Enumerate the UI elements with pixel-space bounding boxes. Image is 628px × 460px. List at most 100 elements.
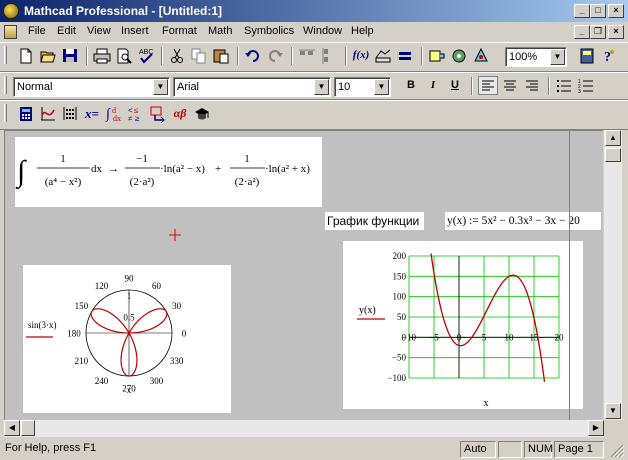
- calculus-palette-icon[interactable]: ∫ d dx: [104, 104, 124, 123]
- polar-angle-label: 240: [95, 376, 109, 386]
- scroll-thumb[interactable]: [21, 420, 35, 436]
- close-button[interactable]: ×: [608, 4, 624, 18]
- font-combo[interactable]: Arial ▼: [173, 77, 331, 97]
- svg-text:?: ?: [604, 50, 611, 65]
- menu-math[interactable]: Math: [208, 25, 232, 37]
- menu-symbolics[interactable]: Symbolics: [244, 25, 294, 37]
- align-right-icon[interactable]: [522, 76, 542, 95]
- menu-file[interactable]: File: [28, 25, 46, 37]
- integral-region[interactable]: ∫ 1 (a⁴ − x²) dx → −1 (2·a²) ·ln(a² − x)…: [15, 137, 322, 207]
- svg-text:∫: ∫: [15, 155, 27, 190]
- cut-icon[interactable]: [167, 46, 187, 65]
- save-disk-icon[interactable]: [60, 46, 80, 65]
- xy-y-tick-label: −100: [387, 373, 406, 383]
- bold-button[interactable]: B: [401, 76, 421, 95]
- scroll-up-button[interactable]: ▲: [605, 130, 621, 146]
- svg-text:∫: ∫: [105, 107, 111, 122]
- term2-denominator: (2·a²): [235, 176, 260, 188]
- insert-component-icon[interactable]: [449, 46, 469, 65]
- mathcad-logo-icon[interactable]: [3, 3, 19, 19]
- graph-palette-icon[interactable]: [38, 104, 58, 123]
- calculate-icon[interactable]: [395, 46, 415, 65]
- polar-plot-region[interactable]: 0 30 60 90 120 150 180 210 240 270 300 330 1 0.5 sin(3…: [23, 265, 231, 413]
- zoom-combo[interactable]: 100% ▼: [505, 47, 567, 67]
- menu-insert[interactable]: Insert: [121, 25, 149, 37]
- scroll-corner: [604, 420, 628, 439]
- component-icon[interactable]: [427, 46, 447, 65]
- status-page: Page 1: [554, 441, 604, 458]
- maximize-button[interactable]: □: [590, 4, 606, 18]
- align-down-icon[interactable]: [319, 46, 339, 65]
- chevron-down-icon[interactable]: ▼: [550, 49, 565, 65]
- doc-restore-button[interactable]: ❐: [590, 25, 606, 39]
- toolbar-grip[interactable]: [4, 76, 7, 94]
- polar-angle-label: 300: [150, 376, 164, 386]
- numbered-list-icon[interactable]: 123: [576, 76, 596, 95]
- spell-check-icon[interactable]: ABC: [136, 46, 156, 65]
- menu-view[interactable]: View: [87, 25, 111, 37]
- menu-edit[interactable]: Edit: [57, 25, 76, 37]
- matrix-palette-icon[interactable]: [60, 104, 80, 123]
- document-system-icon[interactable]: [4, 25, 17, 39]
- polar-angle-label: 330: [170, 356, 184, 366]
- zoom-value: 100%: [509, 51, 538, 63]
- undo-icon[interactable]: [243, 46, 263, 65]
- boolean-palette-icon[interactable]: < ≤ ≠ ≥: [126, 104, 146, 123]
- scroll-left-button[interactable]: ◀: [4, 420, 20, 436]
- doc-close-button[interactable]: ×: [608, 25, 624, 39]
- print-preview-icon[interactable]: [114, 46, 134, 65]
- function-graph-text[interactable]: График функции: [325, 212, 424, 230]
- print-icon[interactable]: [92, 46, 112, 65]
- menu-help[interactable]: Help: [351, 25, 374, 37]
- standard-toolbar: ABC f(x) 100% ▼ ?: [0, 42, 628, 72]
- chevron-down-icon[interactable]: ▼: [153, 79, 168, 95]
- align-left-icon[interactable]: [478, 76, 498, 95]
- insert-function-icon[interactable]: f(x): [351, 46, 371, 65]
- new-document-icon[interactable]: [16, 46, 36, 65]
- xy-x-tick-label: −5: [429, 332, 439, 342]
- xy-plot[interactable]: 200150100500−50−100−10 −5 0 5 10 15 20y(x)x: [343, 241, 583, 409]
- bullet-list-icon[interactable]: [554, 76, 574, 95]
- chevron-down-icon[interactable]: ▼: [314, 79, 329, 95]
- help-icon[interactable]: ?: [599, 46, 619, 65]
- size-combo[interactable]: 10 ▼: [334, 77, 391, 97]
- copy-icon[interactable]: [189, 46, 209, 65]
- italic-button[interactable]: I: [423, 76, 443, 95]
- paste-icon[interactable]: [211, 46, 231, 65]
- menu-format[interactable]: Format: [162, 25, 197, 37]
- xy-y-tick-label: 100: [393, 292, 407, 302]
- toolbar-grip[interactable]: [4, 46, 7, 64]
- underline-button[interactable]: U: [445, 76, 465, 95]
- evaluation-palette-icon[interactable]: x=: [82, 104, 102, 123]
- xy-plot-region[interactable]: 200 150 100 50 0 −50 −100 −10 −5 0 5 10 15 20 y(x) x: [343, 241, 583, 409]
- style-combo[interactable]: Normal ▼: [13, 77, 170, 97]
- resource-center-icon[interactable]: [471, 46, 491, 65]
- worksheet[interactable]: ∫ 1 (a⁴ − x²) dx → −1 (2·a²) ·ln(a² − x)…: [4, 130, 603, 420]
- xy-x-tick-label: 20: [555, 332, 565, 342]
- scroll-right-button[interactable]: ▶: [588, 420, 604, 436]
- doc-minimize-button[interactable]: _: [574, 25, 590, 39]
- calculator-palette-icon[interactable]: [16, 104, 36, 123]
- polar-plot[interactable]: 030609012015018021024027030033010.5sin(3…: [23, 265, 231, 413]
- function-definition[interactable]: y(x) := 5x² − 0.3x³ − 3x − 20: [445, 212, 601, 230]
- minimize-button[interactable]: _: [574, 4, 590, 18]
- menu-window[interactable]: Window: [303, 25, 342, 37]
- align-across-icon[interactable]: [297, 46, 317, 65]
- xy-x-tick-label: 10: [505, 332, 515, 342]
- open-folder-icon[interactable]: [38, 46, 58, 65]
- horizontal-scrollbar[interactable]: ◀ ▶: [4, 420, 604, 437]
- toolbar-grip[interactable]: [4, 104, 7, 122]
- insert-unit-icon[interactable]: [373, 46, 393, 65]
- align-center-icon[interactable]: [500, 76, 520, 95]
- vertical-scrollbar[interactable]: ▲ ▼: [604, 130, 622, 420]
- programming-palette-icon[interactable]: [148, 104, 168, 124]
- chevron-down-icon[interactable]: ▼: [374, 79, 389, 95]
- redo-icon[interactable]: [265, 46, 285, 65]
- svg-text:dx: dx: [113, 114, 121, 123]
- symbolic-palette-icon[interactable]: [192, 104, 212, 123]
- resource-center-book-icon[interactable]: [577, 46, 597, 65]
- scroll-down-button[interactable]: ▼: [605, 403, 621, 419]
- scroll-thumb[interactable]: [605, 148, 621, 162]
- resize-grip-icon[interactable]: [608, 443, 625, 459]
- greek-palette-icon[interactable]: αβ: [170, 104, 190, 123]
